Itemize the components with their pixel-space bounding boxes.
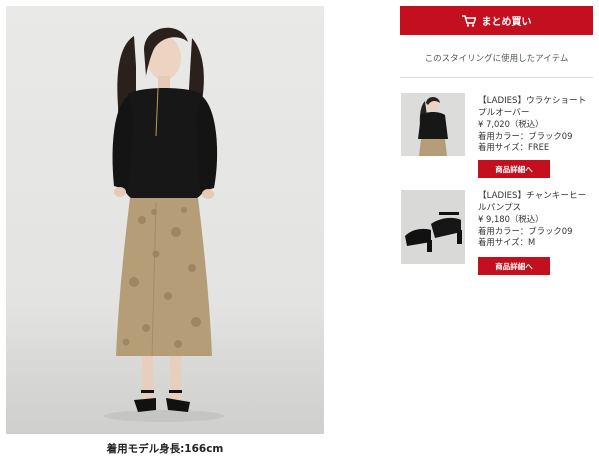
divider (400, 77, 593, 78)
item-color: 着用カラー：ブラック09 (478, 225, 573, 236)
buy-all-button[interactable]: まとめ買い (400, 6, 593, 35)
item-price: ¥ 7,020（税込） (478, 119, 544, 129)
item-info: 【LADIES】ウラケショートプルオーバー ¥ 7,020（税込） 着用カラー：… (478, 95, 594, 154)
item-price: ¥ 9,180（税込） (478, 214, 544, 224)
item-color: 着用カラー：ブラック09 (478, 130, 573, 141)
item-detail-button[interactable]: 商品詳細へ (478, 257, 550, 275)
cart-icon (461, 14, 476, 27)
item-size: 着用サイズ：FREE (478, 142, 550, 153)
model-height-caption: 着用モデル身長:166cm (106, 443, 224, 455)
buy-all-label: まとめ買い (481, 17, 532, 28)
pumps-thumbnail-image (401, 190, 465, 264)
styling-photo (6, 6, 324, 434)
item-info: 【LADIES】チャンキーヒールパンプス ¥ 9,180（税込） 着用カラー：ブ… (478, 190, 594, 249)
section-title: このスタイリングに使用したアイテム (424, 54, 569, 64)
item-thumbnail[interactable] (401, 190, 465, 264)
item-name[interactable]: 【LADIES】チャンキーヒールパンプス (478, 190, 594, 214)
item-thumbnail[interactable] (401, 93, 465, 156)
item-detail-button[interactable]: 商品詳細へ (478, 160, 550, 178)
item-size: 着用サイズ：M (478, 237, 536, 248)
model-illustration (104, 27, 224, 422)
item-name[interactable]: 【LADIES】ウラケショートプルオーバー (478, 95, 594, 119)
pullover-thumbnail-image (401, 93, 465, 156)
